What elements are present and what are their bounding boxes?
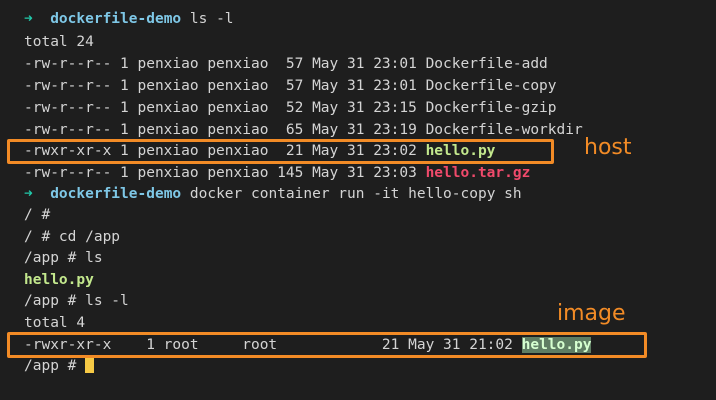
archive-filename: hello.tar.gz [425, 165, 531, 181]
file-listing-row: -rw-r--r-- 1 penxiao penxiao 57 May 31 2… [24, 56, 548, 72]
prompt-arrow-icon: ➜ [24, 186, 33, 202]
terminal-window[interactable]: ➜ dockerfile-demo ls -l total 24 -rw-r--… [0, 0, 716, 400]
file-listing-row: -rw-r--r-- 1 penxiao penxiao 57 May 31 2… [24, 78, 557, 94]
command-text: docker container run -it hello-copy sh [181, 186, 522, 202]
file-meta: -rw-r--r-- 1 penxiao penxiao 145 May 31 … [24, 165, 426, 181]
text-cursor [85, 356, 95, 373]
executable-filename: hello.py [24, 272, 94, 288]
prompt-directory: dockerfile-demo [50, 11, 182, 27]
file-listing-row: -rw-r--r-- 1 penxiao penxiao 65 May 31 2… [24, 122, 583, 138]
shell-line: /app # ls [24, 250, 103, 266]
prompt-line: ➜ dockerfile-demo docker container run -… [24, 184, 522, 205]
shell-line: / # cd /app [24, 229, 121, 245]
file-listing-row: -rw-r--r-- 1 penxiao penxiao 52 May 31 2… [24, 100, 557, 116]
host-label: host [584, 135, 632, 160]
shell-input-line[interactable]: /app # [24, 356, 95, 377]
file-listing-row: -rw-r--r-- 1 penxiao penxiao 145 May 31 … [24, 163, 530, 184]
image-highlight-box [7, 332, 647, 358]
shell-line: / # [24, 207, 51, 223]
prompt-line: ➜ dockerfile-demo ls -l [24, 9, 234, 30]
output-line: total 4 [24, 315, 86, 331]
prompt-directory: dockerfile-demo [50, 186, 182, 202]
output-line: total 24 [24, 34, 94, 50]
host-highlight-box [7, 139, 554, 164]
image-label: image [557, 301, 626, 326]
command-text: ls -l [181, 11, 234, 27]
prompt-arrow-icon: ➜ [24, 11, 33, 27]
shell-line: /app # ls -l [24, 293, 129, 309]
shell-prompt: /app # [24, 358, 86, 374]
